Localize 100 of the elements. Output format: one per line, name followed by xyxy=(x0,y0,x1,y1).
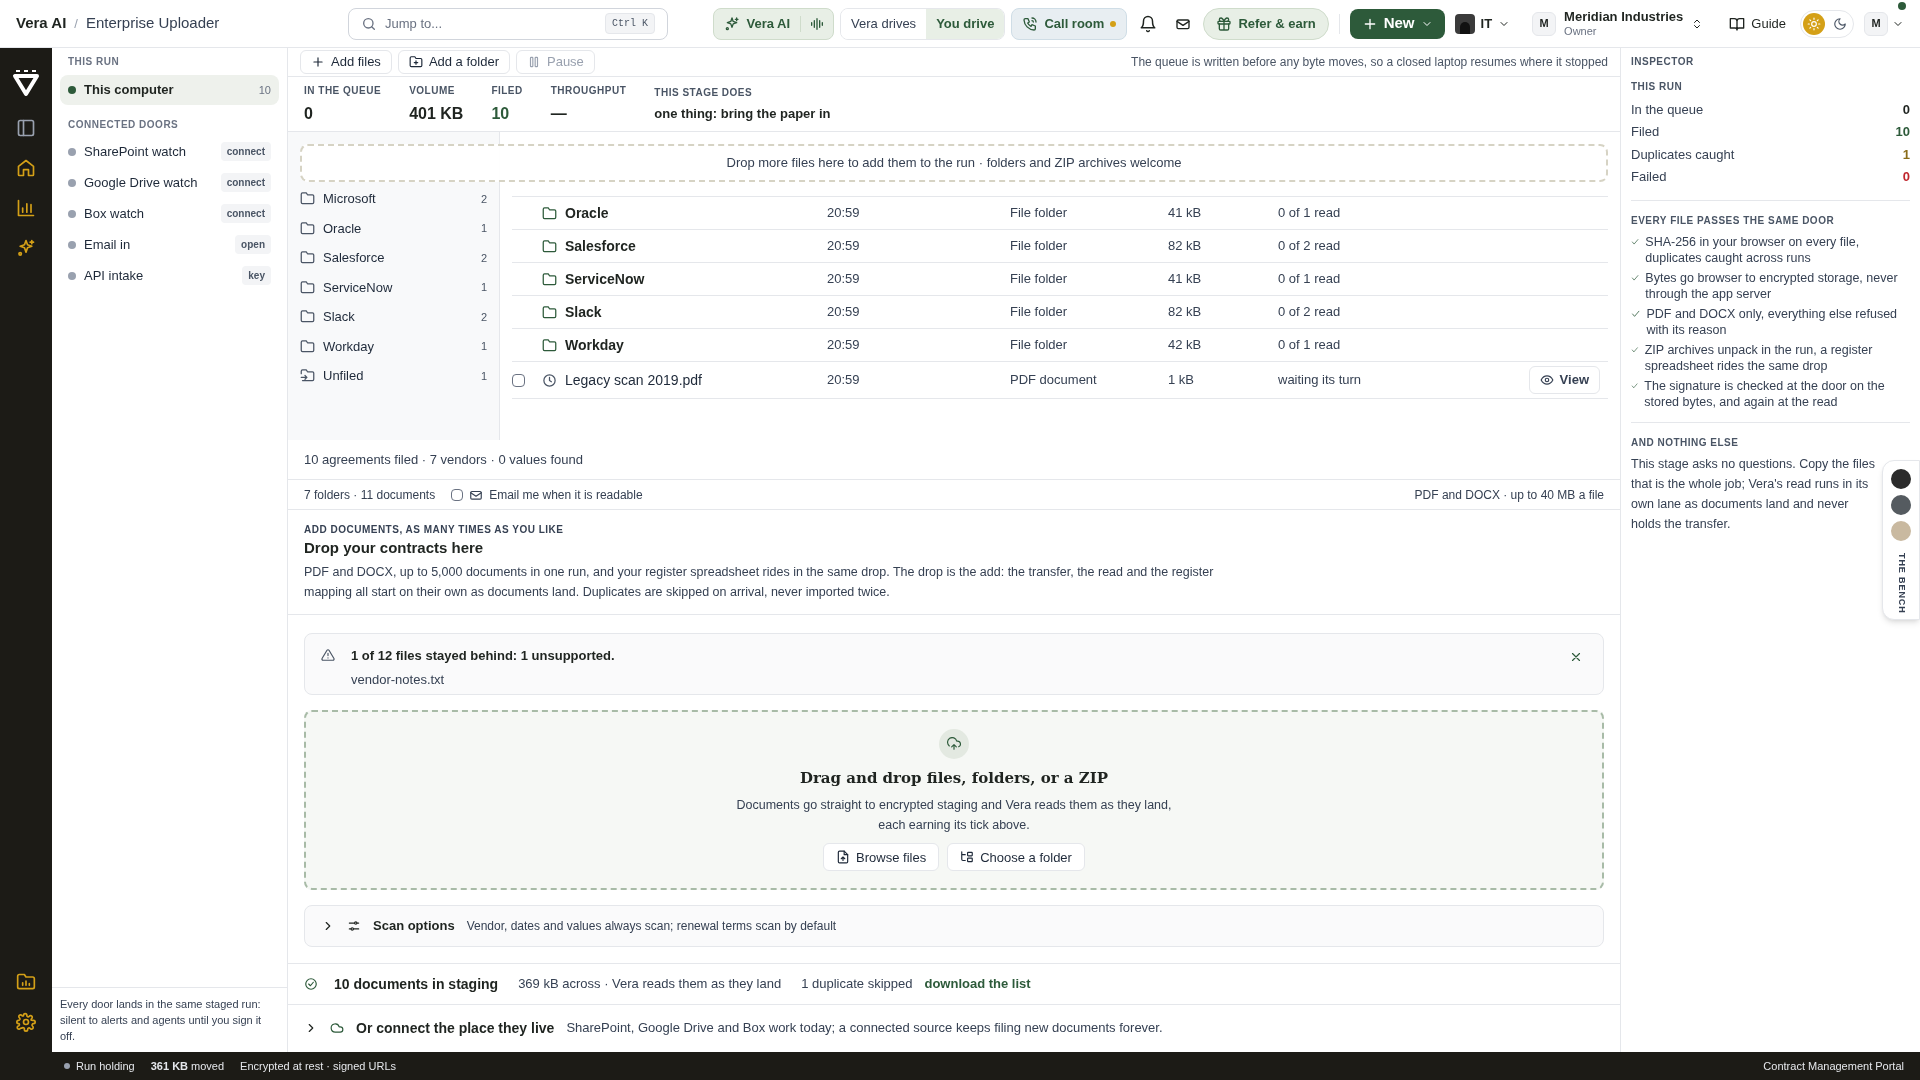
door-item[interactable]: SharePoint watch connect xyxy=(60,136,279,167)
folder-tree-item[interactable]: Microsoft 2 xyxy=(300,184,487,214)
user-menu[interactable]: M xyxy=(1864,11,1904,36)
folder-icon xyxy=(542,337,557,353)
chart-icon[interactable] xyxy=(16,198,36,218)
close-icon xyxy=(1569,650,1583,664)
org-avatar: M xyxy=(1532,11,1557,36)
drop-banner[interactable]: Drop more files here to add them to the run · folders and ZIP archives welcome xyxy=(300,144,1608,182)
new-button[interactable]: New xyxy=(1349,8,1445,39)
folder-chart-icon[interactable] xyxy=(16,972,36,992)
door-item[interactable]: API intake key xyxy=(60,260,279,291)
table-cell-text: File folder xyxy=(1010,237,1069,256)
table-cell-text: PDF document xyxy=(1010,371,1098,390)
download-link[interactable]: download the list xyxy=(924,974,1031,994)
folder-name[interactable]: ServiceNow xyxy=(565,268,645,290)
avatar xyxy=(1889,493,1913,517)
section-heading: THIS RUN xyxy=(1631,80,1684,94)
sun-icon xyxy=(1807,16,1821,31)
organization-switcher[interactable]: M Meridian Industries Owner xyxy=(1528,8,1708,39)
file-row[interactable]: Workday 20:59 File folder 42 kB 0 of 1 read xyxy=(512,328,1608,361)
folder-icon xyxy=(300,191,315,207)
sparkle-icon[interactable] xyxy=(16,238,36,258)
door-item[interactable]: Email in open xyxy=(60,229,279,260)
table-cell-text: File folder xyxy=(1010,336,1069,355)
dropzone-description: Documents go straight to encrypted staging and Vera reads them as they land, each earning its tick above. xyxy=(735,797,1173,835)
folder-name[interactable]: Slack xyxy=(565,301,602,323)
duplicates-text: 1 duplicate skipped xyxy=(801,975,913,994)
table-cell-text: 0 of 1 read xyxy=(1278,204,1342,223)
door-item[interactable]: Box watch connect xyxy=(60,198,279,229)
stat-value: 401 KB xyxy=(409,103,464,124)
drive-mode-tab[interactable]: You drive xyxy=(926,8,1005,39)
section-description: PDF and DOCX, up to 5,000 documents in one run, and your register spreadsheet rides in the same drop. The drop is the add: the transfer, the read and the register mapping all start on their own as documents land. Duplicates are skipped on arrival, never imported twice. xyxy=(304,563,1215,601)
gift-icon xyxy=(1216,15,1233,32)
folder-name[interactable]: Salesforce xyxy=(565,235,636,257)
check-item-text: The signature is checked at the door on the stored bytes, and again at the read xyxy=(1644,378,1886,410)
file-row[interactable]: ServiceNow 20:59 File folder 41 kB 0 of 1 read xyxy=(512,262,1608,295)
table-cell-text: 82 kB xyxy=(1168,237,1203,256)
file-row[interactable]: Salesforce 20:59 File folder 82 kB 0 of 2 read xyxy=(512,229,1608,262)
door-item[interactable]: Google Drive watch connect xyxy=(60,167,279,198)
section-title: Drop your contracts here xyxy=(304,538,485,558)
metric-label: Duplicates caught xyxy=(1631,145,1735,164)
count-label: 1 xyxy=(480,280,487,295)
breadcrumb-separator: / xyxy=(74,14,78,33)
file-row[interactable]: Oracle 20:59 File folder 41 kB 0 of 1 read xyxy=(512,196,1608,229)
search-field[interactable]: Jump to... Ctrl K xyxy=(348,7,668,40)
stat-label: THIS STAGE DOES xyxy=(654,85,754,100)
limits-text: PDF and DOCX · up to 40 MB a file xyxy=(1414,486,1604,504)
home-icon[interactable] xyxy=(16,158,36,178)
check-item-text: Bytes go browser to encrypted storage, never through the app server xyxy=(1645,270,1899,302)
folder-icon xyxy=(300,338,315,354)
add-button[interactable]: Add files xyxy=(300,50,392,74)
clock-icon xyxy=(542,372,557,388)
folder-tree-item[interactable]: Oracle 1 xyxy=(300,213,487,243)
choose-folder-button[interactable]: Choose a folder xyxy=(947,843,1085,872)
run-source-item[interactable]: This computer 10 xyxy=(60,75,279,105)
folder-tree-item[interactable]: Salesforce 2 xyxy=(300,243,487,273)
folder-tree-item[interactable]: Unfiled 1 xyxy=(300,361,487,391)
file-name[interactable]: Legacy scan 2019.pdf xyxy=(565,369,702,391)
cloud-upload-icon xyxy=(947,736,961,751)
waveform-icon xyxy=(809,15,826,32)
file-row[interactable]: Legacy scan 2019.pdf 20:59 PDF document 1 kB waiting its turn View xyxy=(512,361,1608,399)
folder-tree-item[interactable]: Slack 2 xyxy=(300,302,487,332)
row-checkbox[interactable] xyxy=(512,373,525,387)
folder-tree-icon xyxy=(960,850,975,865)
guide-button[interactable]: Guide xyxy=(1721,13,1794,34)
stat-value: one thing: bring the paper in xyxy=(654,104,831,123)
breadcrumb-item[interactable]: Vera AI xyxy=(16,12,67,35)
table-cell-text: 20:59 xyxy=(827,270,861,289)
bench-tab[interactable]: THE BENCH xyxy=(1882,460,1920,620)
refer-button[interactable]: Refer & earn xyxy=(1203,7,1329,40)
metric-value: 0 xyxy=(1902,168,1910,186)
metric-label: Filed xyxy=(1631,123,1660,141)
scan-options-row[interactable]: Scan options Vendor, dates and values always scan; renewal terms scan by default xyxy=(304,905,1604,947)
folder-tree-item[interactable]: ServiceNow 1 xyxy=(300,272,487,302)
connect-row[interactable]: Or connect the place they live SharePoint, Google Drive and Box work today; a connected source keeps filing new documents forever. xyxy=(288,1005,1620,1051)
call-room-button[interactable]: Call room xyxy=(1011,7,1128,40)
breadcrumb-item[interactable]: Enterprise Uploader xyxy=(85,12,220,35)
folder-tree-item[interactable]: Workday 1 xyxy=(300,331,487,361)
dropzone[interactable]: Drag and drop files, folders, or a ZIP Documents go straight to encrypted staging and Vera reads them as they land, each earning its tick above. Browse files Choose a folder xyxy=(304,710,1604,890)
count-label: 1 xyxy=(480,221,487,236)
browse-files-button[interactable]: Browse files xyxy=(823,843,940,872)
settings-icon[interactable] xyxy=(16,1012,36,1032)
view-button[interactable]: View xyxy=(1528,366,1600,394)
table-cell-text: 82 kB xyxy=(1168,303,1203,322)
folder-name[interactable]: Oracle xyxy=(565,202,609,224)
team-switcher[interactable]: IT xyxy=(1450,13,1515,34)
metric-label: Failed xyxy=(1631,168,1667,186)
email-checkbox[interactable]: Email me when it is readable xyxy=(451,485,643,504)
check-icon xyxy=(1631,236,1640,248)
shortcut-key: Ctrl K xyxy=(605,13,655,34)
table-cell-text: 41 kB xyxy=(1168,204,1203,223)
folder-name[interactable]: Workday xyxy=(565,334,624,356)
sidebar-toggle-icon[interactable] xyxy=(16,118,36,138)
file-row[interactable]: Slack 20:59 File folder 82 kB 0 of 2 read xyxy=(512,295,1608,328)
moved-text: 361 KB moved xyxy=(150,1058,225,1074)
stat-label: IN THE QUEUE xyxy=(304,83,382,98)
check-item-text: ZIP archives unpack in the run, a register spreadsheet rides the same drop xyxy=(1644,342,1874,374)
check-item-text: PDF and DOCX only, everything else refused with its reason xyxy=(1646,306,1899,338)
folder-button[interactable]: Add a folder xyxy=(397,50,510,74)
staging-title: 10 documents in staging xyxy=(334,974,499,994)
